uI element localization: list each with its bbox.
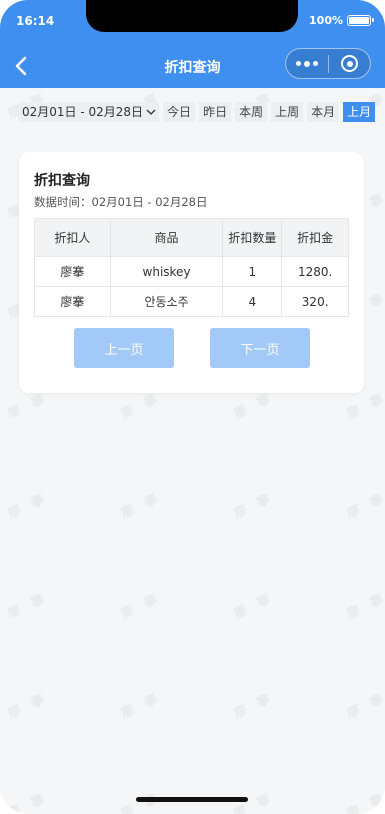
- battery-icon: [347, 15, 374, 26]
- chevron-down-icon: [146, 109, 156, 115]
- phone-screen: 廖 搴廖 搴廖 搴廖 搴廖 搴廖 搴廖 搴廖 搴廖 搴廖 搴廖 搴廖 搴廖 搴廖…: [0, 0, 385, 814]
- target-circle-icon: [341, 55, 358, 72]
- cell-quantity: 4: [222, 286, 283, 317]
- header-product: 商品: [109, 218, 224, 257]
- watermark-text: 廖 搴: [5, 790, 51, 814]
- chip-this-week[interactable]: 本周: [235, 102, 268, 122]
- watermark-text: 廖 搴: [5, 490, 51, 523]
- next-page-button[interactable]: 下一页: [210, 328, 310, 368]
- table-header-row: 折扣人 商品 折扣数量 折扣金: [34, 218, 349, 257]
- watermark-text: 廖 搴: [118, 690, 164, 723]
- watermark-text: 廖 搴: [118, 490, 164, 523]
- watermark-text: 廖 搴: [118, 590, 164, 623]
- cell-product: 안동소주: [109, 286, 224, 317]
- table-row: 廖搴 안동소주 4 320.: [34, 286, 349, 317]
- chip-yesterday[interactable]: 昨日: [199, 102, 232, 122]
- watermark-text: 廖 搴: [344, 590, 385, 623]
- home-indicator: [136, 797, 248, 802]
- prev-page-button[interactable]: 上一页: [74, 328, 174, 368]
- watermark-text: 廖 搴: [231, 590, 277, 623]
- table-row: 廖搴 whiskey 1 1280.: [34, 256, 349, 287]
- cell-discounter: 廖搴: [34, 256, 111, 287]
- date-filter-bar: 02月01日 - 02月28日 今日 昨日 本周 上周 本月 上月: [18, 102, 385, 122]
- discount-table: 折扣人 商品 折扣数量 折扣金 廖搴 whiskey 1 1280. 廖搴 안동…: [34, 218, 349, 317]
- battery-percent: 100%: [309, 14, 343, 27]
- device-notch: [86, 0, 298, 32]
- header-discounter: 折扣人: [34, 218, 111, 257]
- header-amount: 折扣金: [281, 218, 349, 257]
- chip-today[interactable]: 今日: [163, 102, 196, 122]
- chip-last-month[interactable]: 上月: [343, 102, 376, 122]
- cell-discounter: 廖搴: [34, 286, 111, 317]
- cell-amount: 320.: [281, 286, 349, 317]
- watermark-text: 廖 搴: [344, 790, 385, 814]
- cell-amount: 1280.: [281, 256, 349, 287]
- date-range-picker[interactable]: 02月01日 - 02月28日: [18, 102, 160, 122]
- more-dots-icon: [296, 61, 301, 66]
- mini-program-capsule: [285, 48, 371, 79]
- status-time: 16:14: [16, 14, 55, 28]
- status-right: 100%: [309, 14, 374, 27]
- watermark-text: 廖 搴: [5, 590, 51, 623]
- watermark-text: 廖 搴: [231, 490, 277, 523]
- cell-product: whiskey: [109, 256, 224, 287]
- date-range-value: 02月01日 - 02月28日: [22, 105, 144, 119]
- data-time-label: 数据时间：02月01日 - 02月28日: [34, 195, 208, 209]
- close-button[interactable]: [329, 49, 370, 78]
- watermark-text: 廖 搴: [231, 690, 277, 723]
- nav-header: 16:14 100% 折扣查询: [0, 0, 385, 88]
- pagination: 上一页 下一页: [74, 328, 310, 368]
- discount-table-scroll[interactable]: 折扣人 商品 折扣数量 折扣金 廖搴 whiskey 1 1280. 廖搴 안동…: [34, 218, 349, 318]
- cell-quantity: 1: [222, 256, 283, 287]
- chip-this-month[interactable]: 本月: [307, 102, 340, 122]
- watermark-text: 廖 搴: [344, 490, 385, 523]
- more-button[interactable]: [286, 49, 328, 78]
- card-title: 折扣查询: [34, 173, 90, 189]
- watermark-text: 廖 搴: [344, 690, 385, 723]
- discount-query-card: 折扣查询 数据时间：02月01日 - 02月28日 折扣人 商品 折扣数量 折扣…: [19, 152, 364, 393]
- chip-last-week[interactable]: 上周: [271, 102, 304, 122]
- header-quantity: 折扣数量: [222, 218, 283, 257]
- watermark-text: 廖 搴: [5, 690, 51, 723]
